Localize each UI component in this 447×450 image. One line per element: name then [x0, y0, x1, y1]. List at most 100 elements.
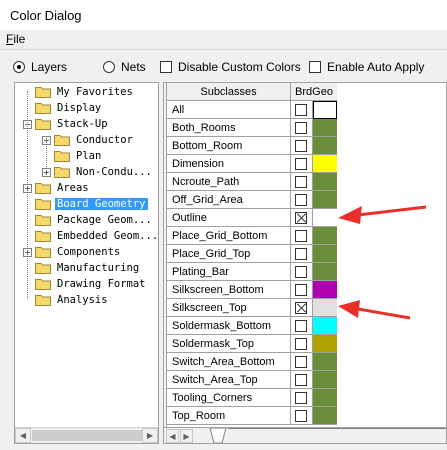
layer-tree[interactable]: ◀ ▶ My Favorites Display − Stack-Up + Conduct… [14, 82, 159, 444]
color-swatch[interactable] [313, 299, 337, 317]
visibility-checkbox[interactable] [295, 104, 307, 116]
color-swatch[interactable] [313, 245, 337, 263]
folder-icon [35, 230, 55, 242]
color-swatch[interactable] [313, 263, 337, 281]
enable-auto-apply-checkbox[interactable]: Enable Auto Apply [309, 60, 424, 74]
tree-item[interactable]: + Areas [23, 180, 91, 196]
tab-scroll-left-button[interactable]: ◀ [166, 429, 179, 443]
tree-item[interactable]: Package Geom... [23, 212, 154, 228]
subclass-name-cell[interactable]: Top_Room [167, 407, 291, 425]
visibility-checkbox[interactable] [295, 266, 307, 278]
visibility-cell [291, 209, 313, 227]
tab-scroll-track [228, 428, 446, 429]
color-swatch[interactable] [313, 281, 337, 299]
visibility-checkbox[interactable] [295, 248, 307, 260]
visibility-checkbox[interactable] [295, 356, 307, 368]
layers-radio[interactable]: Layers [13, 60, 67, 74]
subclass-name-cell[interactable]: Tooling_Corners [167, 389, 291, 407]
visibility-cell [291, 155, 313, 173]
visibility-checkbox[interactable] [295, 140, 307, 152]
tree-item-label: Areas [57, 182, 89, 194]
tree-item[interactable]: Board Geometry [23, 196, 148, 212]
color-swatch[interactable] [313, 173, 337, 191]
disable-custom-colors-box[interactable] [160, 61, 172, 73]
color-swatch[interactable] [313, 353, 337, 371]
disable-custom-colors-label: Disable Custom Colors [178, 60, 301, 74]
scroll-thumb[interactable] [32, 430, 142, 441]
color-swatch[interactable] [313, 119, 337, 137]
menu-file[interactable]: File [6, 32, 25, 46]
subclass-name-cell[interactable]: Soldermask_Top [167, 335, 291, 353]
nets-radio[interactable]: Nets [103, 60, 146, 74]
color-swatch[interactable] [313, 209, 337, 227]
color-swatch[interactable] [313, 317, 337, 335]
layers-radio-button[interactable] [13, 61, 25, 73]
visibility-checkbox[interactable] [295, 212, 307, 224]
disable-custom-colors-checkbox[interactable]: Disable Custom Colors [160, 60, 301, 74]
menu-bar: File [0, 30, 447, 50]
enable-auto-apply-box[interactable] [309, 61, 321, 73]
scroll-right-button[interactable]: ▶ [142, 428, 158, 443]
brdgeo-header[interactable]: BrdGeo [291, 83, 337, 101]
subclass-name-cell[interactable]: Switch_Area_Bottom [167, 353, 291, 371]
visibility-checkbox[interactable] [295, 338, 307, 350]
nets-radio-button[interactable] [103, 61, 115, 73]
visibility-checkbox[interactable] [295, 176, 307, 188]
color-swatch[interactable] [313, 389, 337, 407]
tree-item[interactable]: Analysis [23, 292, 110, 308]
tree-item[interactable]: + Components [23, 244, 122, 260]
visibility-cell [291, 281, 313, 299]
tab-scroll-right-button[interactable]: ▶ [180, 429, 193, 443]
enable-auto-apply-label: Enable Auto Apply [327, 60, 425, 74]
color-swatch[interactable] [313, 155, 337, 173]
tree-item[interactable]: Drawing Format [23, 276, 148, 292]
subclass-table: Subclasses BrdGeo ◀ ▶ All Both_Rooms Botto… [163, 82, 447, 444]
tree-item[interactable]: Plan [42, 148, 103, 164]
subclass-name-cell[interactable]: Ncroute_Path [167, 173, 291, 191]
color-swatch[interactable] [313, 335, 337, 353]
visibility-checkbox[interactable] [295, 230, 307, 242]
visibility-checkbox[interactable] [295, 284, 307, 296]
visibility-checkbox[interactable] [295, 374, 307, 386]
tree-item[interactable]: Manufacturing [23, 260, 141, 276]
visibility-checkbox[interactable] [295, 392, 307, 404]
visibility-checkbox[interactable] [295, 320, 307, 332]
scroll-left-button[interactable]: ◀ [15, 428, 31, 443]
tree-item[interactable]: Embedded Geom... [23, 228, 158, 244]
visibility-cell [291, 407, 313, 425]
subclass-name-cell[interactable]: Place_Grid_Top [167, 245, 291, 263]
subclass-name-cell[interactable]: Switch_Area_Top [167, 371, 291, 389]
visibility-checkbox[interactable] [295, 302, 307, 314]
subclass-name-cell[interactable]: Bottom_Room [167, 137, 291, 155]
color-swatch[interactable] [313, 371, 337, 389]
color-swatch[interactable] [313, 137, 337, 155]
color-swatch[interactable] [313, 407, 337, 425]
tree-item[interactable]: + Conductor [42, 132, 135, 148]
visibility-checkbox[interactable] [295, 158, 307, 170]
tree-item[interactable]: + Non-Condu... [42, 164, 154, 180]
annotation-arrow-outline [338, 205, 427, 224]
tree-horizontal-scrollbar[interactable]: ◀ ▶ [15, 427, 158, 443]
tree-item[interactable]: − Stack-Up [23, 116, 110, 132]
subclass-name-cell[interactable]: All [167, 101, 291, 119]
subclass-name-cell[interactable]: Off_Grid_Area [167, 191, 291, 209]
subclass-name-cell[interactable]: Place_Grid_Bottom [167, 227, 291, 245]
subclass-name-cell[interactable]: Silkscreen_Top [167, 299, 291, 317]
color-swatch[interactable] [313, 101, 337, 119]
subclass-name-cell[interactable]: Plating_Bar [167, 263, 291, 281]
subclass-name-cell[interactable]: Both_Rooms [167, 119, 291, 137]
visibility-checkbox[interactable] [295, 410, 307, 422]
color-swatch[interactable] [313, 227, 337, 245]
subclass-name-cell[interactable]: Soldermask_Bottom [167, 317, 291, 335]
visibility-checkbox[interactable] [295, 122, 307, 134]
color-swatch[interactable] [313, 191, 337, 209]
sheet-tab[interactable] [208, 428, 228, 444]
folder-icon [35, 182, 55, 194]
subclass-name-cell[interactable]: Silkscreen_Bottom [167, 281, 291, 299]
subclass-name-cell[interactable]: Outline [167, 209, 291, 227]
subclass-name-cell[interactable]: Dimension [167, 155, 291, 173]
tree-item[interactable]: Display [23, 100, 103, 116]
visibility-checkbox[interactable] [295, 194, 307, 206]
subclasses-header[interactable]: Subclasses [167, 83, 291, 101]
tree-item[interactable]: My Favorites [23, 84, 135, 100]
